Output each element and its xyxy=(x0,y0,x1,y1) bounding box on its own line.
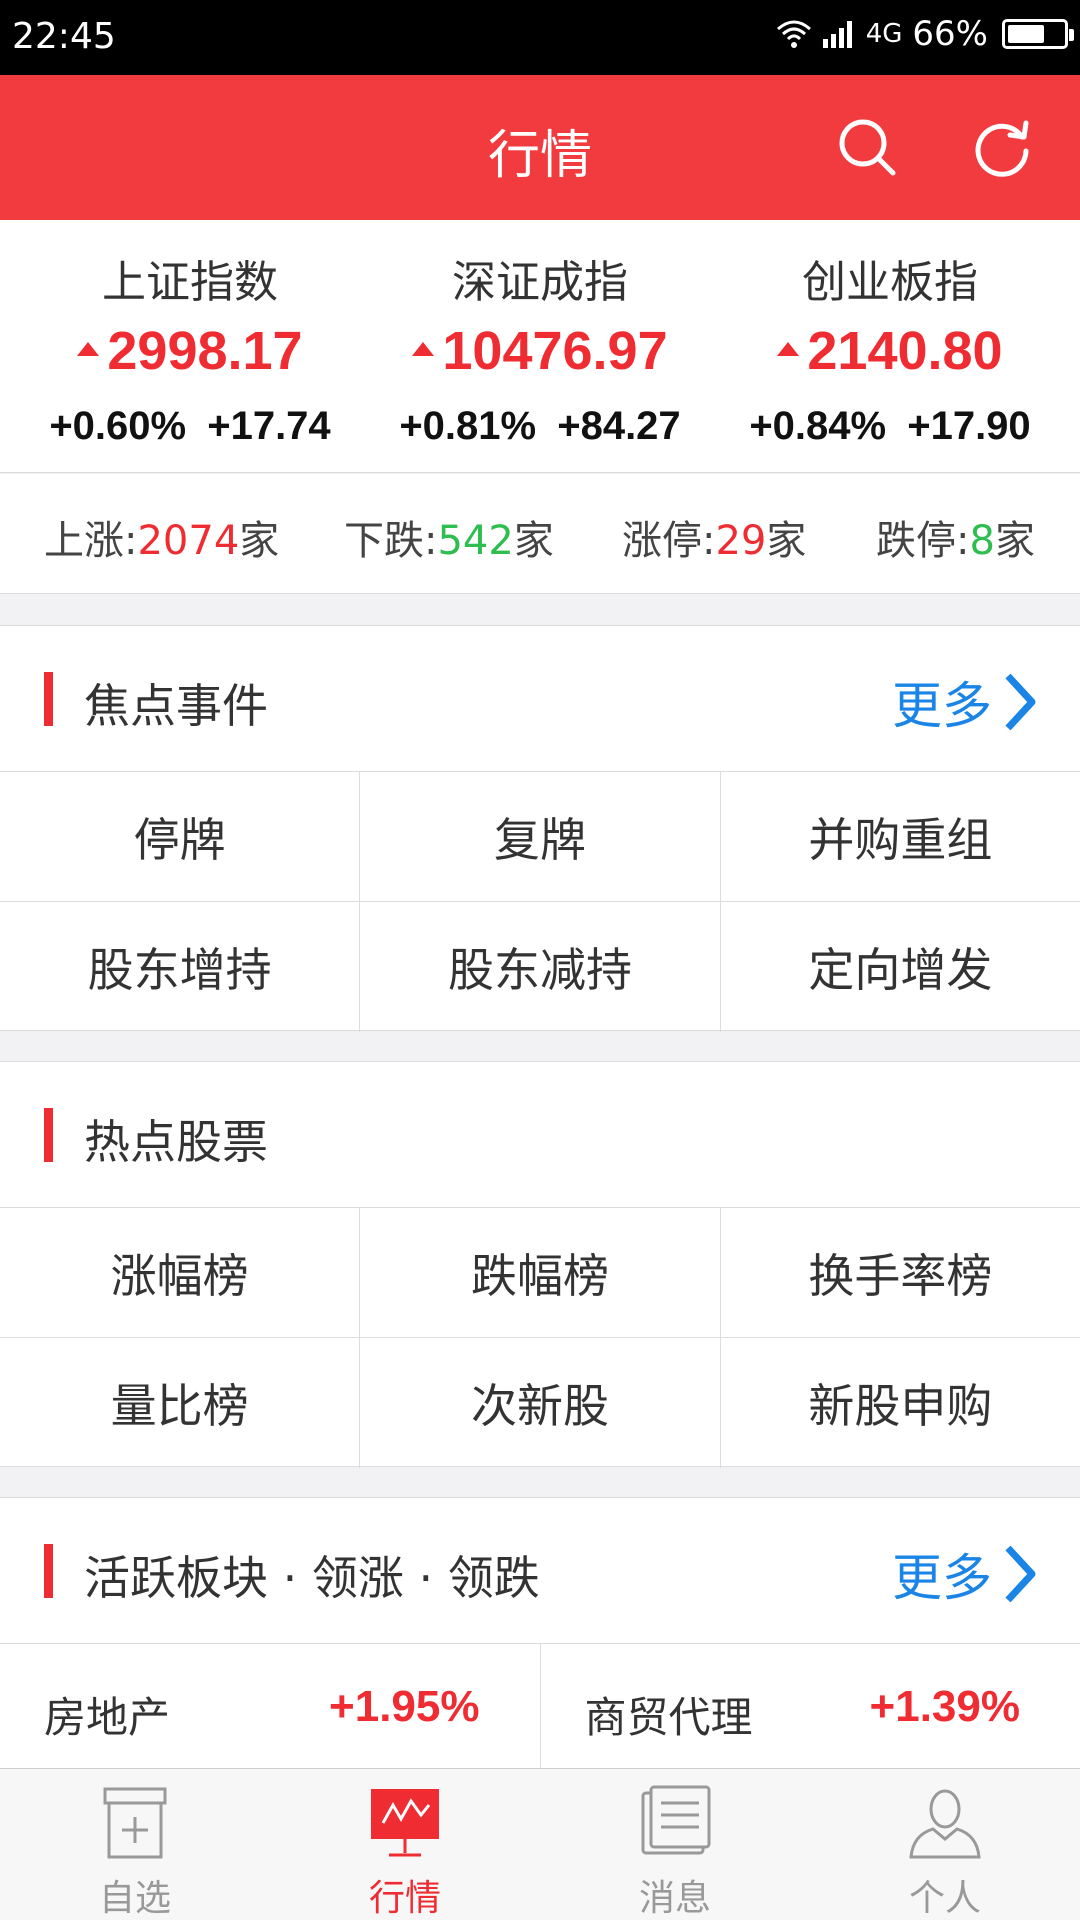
hot-stocks-card: 热点股票 涨幅榜 跌幅榜 换手率榜 量比榜 次新股 新股申购 xyxy=(0,1061,1080,1468)
sector-name: 商贸代理 xyxy=(584,1693,753,1742)
chevron-right-icon xyxy=(1005,673,1036,731)
tab-label: 行情 xyxy=(368,1878,441,1919)
grid-item[interactable]: 并购重组 xyxy=(721,772,1080,901)
tab-label: 个人 xyxy=(908,1878,981,1919)
sector-name: 房地产 xyxy=(44,1693,171,1742)
tab-market[interactable]: 行情 xyxy=(270,1769,540,1920)
grid-item[interactable]: 定向增发 xyxy=(721,902,1080,1032)
grid-item[interactable]: 复牌 xyxy=(360,772,721,901)
market-icon xyxy=(371,1789,439,1857)
grid-item[interactable]: 量比榜 xyxy=(0,1338,361,1468)
index-shanghai[interactable]: 上证指数 2998.17 +0.60% +17.74 xyxy=(10,220,370,449)
section-marker xyxy=(44,1544,53,1598)
tab-profile[interactable]: 个人 xyxy=(810,1769,1080,1920)
section-marker xyxy=(44,672,53,726)
index-value: 10476.97 xyxy=(360,320,720,382)
index-change: +0.60% +17.74 xyxy=(49,404,331,448)
news-icon xyxy=(641,1785,711,1855)
status-time: 22:45 xyxy=(12,16,116,57)
card-header: 活跃板块 · 领涨 · 领跌 更多 xyxy=(0,1498,1080,1643)
grid-item[interactable]: 次新股 xyxy=(360,1338,721,1468)
sector-item[interactable]: 房地产 +1.95% xyxy=(0,1644,541,1771)
section-title: 焦点事件 xyxy=(84,679,268,733)
bottom-tab-bar: 自选 行情 消息 个人 xyxy=(0,1768,1080,1920)
index-change: +0.81% +84.27 xyxy=(399,404,681,448)
grid-item[interactable]: 换手率榜 xyxy=(721,1208,1080,1337)
network-type: 4G xyxy=(865,19,903,49)
more-link[interactable]: 更多 xyxy=(892,1538,1036,1610)
index-name: 深证成指 xyxy=(452,257,628,308)
index-summary: 上证指数 2998.17 +0.60% +17.74 深证成指 10476.97… xyxy=(0,220,1080,473)
chevron-right-icon xyxy=(1005,1545,1036,1603)
page-title: 行情 xyxy=(487,126,592,186)
index-name: 上证指数 xyxy=(102,257,278,308)
app-header: 行情 xyxy=(0,75,1080,220)
sector-change: +1.39% xyxy=(869,1682,1020,1731)
sector-item[interactable]: 商贸代理 +1.39% xyxy=(541,1644,1080,1771)
up-arrow-icon xyxy=(77,342,100,356)
status-bar: 22:45 4G 66% xyxy=(0,0,1080,75)
section-marker xyxy=(44,1108,53,1162)
index-name: 创业板指 xyxy=(802,257,978,308)
sector-change: +1.95% xyxy=(329,1682,480,1731)
up-arrow-icon xyxy=(412,342,435,356)
card-header: 焦点事件 更多 xyxy=(0,626,1080,771)
breadth-limit-down: 跌停:8家 xyxy=(876,518,1035,564)
wifi-icon xyxy=(776,20,811,48)
status-icons: 4G 66% xyxy=(776,14,1074,54)
tab-news[interactable]: 消息 xyxy=(540,1769,810,1920)
focus-events-card: 焦点事件 更多 停牌 复牌 并购重组 股东增持 股东减持 定向增发 xyxy=(0,625,1080,1032)
breadth-up: 上涨:2074家 xyxy=(44,518,280,564)
market-breadth: 上涨:2074家 下跌:542家 涨停:29家 跌停:8家 xyxy=(0,474,1080,594)
grid-item[interactable]: 股东减持 xyxy=(360,902,721,1032)
search-icon[interactable] xyxy=(835,115,899,179)
index-shenzhen[interactable]: 深证成指 10476.97 +0.81% +84.27 xyxy=(360,220,720,449)
grid-item[interactable]: 停牌 xyxy=(0,772,361,901)
tab-label: 自选 xyxy=(98,1878,171,1919)
grid-item[interactable]: 新股申购 xyxy=(721,1338,1080,1468)
person-icon xyxy=(909,1789,981,1859)
sector-list: 房地产 +1.95% 商贸代理 +1.39% xyxy=(0,1643,1080,1771)
tab-watchlist[interactable]: 自选 xyxy=(0,1769,270,1920)
watchlist-icon xyxy=(103,1787,167,1859)
section-title: 热点股票 xyxy=(84,1115,268,1169)
focus-events-grid: 停牌 复牌 并购重组 股东增持 股东减持 定向增发 xyxy=(0,771,1080,1032)
index-value: 2140.80 xyxy=(710,320,1070,382)
index-value: 2998.17 xyxy=(10,320,370,382)
breadth-down: 下跌:542家 xyxy=(344,518,554,564)
grid-item[interactable]: 跌幅榜 xyxy=(360,1208,721,1337)
index-change: +0.84% +17.90 xyxy=(749,404,1031,448)
battery-percent: 66% xyxy=(912,14,988,54)
grid-item[interactable]: 股东增持 xyxy=(0,902,361,1032)
breadth-limit-up: 涨停:29家 xyxy=(622,518,807,564)
index-chinext[interactable]: 创业板指 2140.80 +0.84% +17.90 xyxy=(710,220,1070,449)
more-link[interactable]: 更多 xyxy=(892,666,1036,738)
battery-level xyxy=(1008,25,1044,43)
card-header: 热点股票 xyxy=(0,1062,1080,1207)
hot-stocks-grid: 涨幅榜 跌幅榜 换手率榜 量比榜 次新股 新股申购 xyxy=(0,1207,1080,1468)
tab-label: 消息 xyxy=(638,1878,711,1919)
refresh-icon[interactable] xyxy=(970,115,1034,179)
grid-item[interactable]: 涨幅榜 xyxy=(0,1208,361,1337)
up-arrow-icon xyxy=(777,342,800,356)
battery-icon xyxy=(1002,19,1074,49)
active-sectors-card: 活跃板块 · 领涨 · 领跌 更多 房地产 +1.95% 商贸代理 +1.39% xyxy=(0,1497,1080,1777)
section-title: 活跃板块 · 领涨 · 领跌 xyxy=(84,1551,540,1605)
signal-icon xyxy=(822,21,852,48)
